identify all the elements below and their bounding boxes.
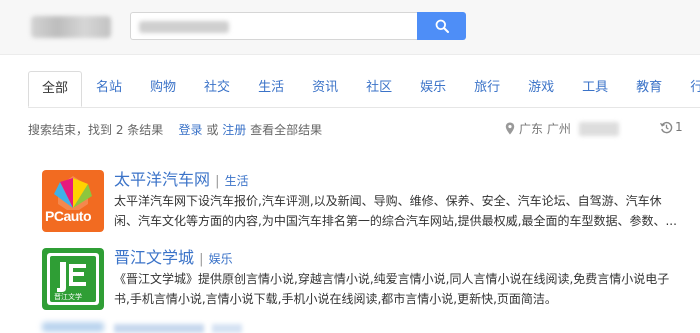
title-separator: |: [199, 252, 204, 267]
category-tabs: 全部 名站 购物 社交 生活 资讯 社区 娱乐 旅行 游戏 工具 教育 行: [28, 71, 700, 108]
tab-famous-sites[interactable]: 名站: [82, 71, 136, 105]
tab-social[interactable]: 社交: [190, 71, 244, 105]
location-pin-icon: [505, 122, 515, 135]
result-description: 《晋江文学城》提供原创言情小说,穿越言情小说,纯爱言情小说,同人言情小说在线阅读…: [114, 272, 670, 306]
login-link[interactable]: 登录: [179, 123, 203, 137]
result-category-link[interactable]: 生活: [225, 174, 249, 188]
top-bar: [0, 0, 700, 55]
tab-education[interactable]: 教育: [622, 71, 676, 105]
result-category-link[interactable]: 娱乐: [209, 252, 233, 266]
result-title-line: 太平洋汽车网 | 生活: [114, 166, 249, 190]
tab-tools[interactable]: 工具: [568, 71, 622, 105]
tab-travel-2[interactable]: 行: [676, 71, 700, 105]
pcauto-logo-icon[interactable]: PCauto: [42, 170, 104, 232]
history[interactable]: 1: [660, 120, 683, 134]
tab-community[interactable]: 社区: [352, 71, 406, 105]
location-text: 广东 广州: [519, 122, 571, 136]
pcauto-logo-text: PCauto: [45, 208, 92, 224]
tab-shopping[interactable]: 购物: [136, 71, 190, 105]
view-all-text: 查看全部结果: [250, 123, 323, 137]
site-logo[interactable]: [31, 16, 111, 38]
search-button[interactable]: [417, 12, 466, 40]
location[interactable]: 广东 广州: [505, 120, 619, 137]
title-separator: |: [215, 174, 220, 189]
tab-travel[interactable]: 旅行: [460, 71, 514, 105]
result-summary: 搜索结束，找到 2 条结果: [28, 123, 164, 137]
location-detail-blurred: [578, 121, 619, 136]
search-input[interactable]: [130, 12, 417, 40]
tab-life[interactable]: 生活: [244, 71, 298, 105]
result-title-link[interactable]: 晋江文学城: [114, 248, 194, 267]
history-icon: [660, 121, 673, 133]
search-icon: [435, 19, 449, 33]
jjwxc-logo-icon[interactable]: 晋江文学: [42, 248, 104, 310]
tab-entertainment[interactable]: 娱乐: [406, 71, 460, 105]
register-link[interactable]: 注册: [222, 123, 246, 137]
result-description: 太平洋汽车网下设汽车报价,汽车评测,以及新闻、导购、维修、保养、安全、汽车论坛、…: [114, 194, 677, 228]
or-text: 或: [206, 123, 219, 137]
history-count: 1: [675, 120, 683, 134]
result-item-partial: [42, 318, 242, 333]
tab-all[interactable]: 全部: [28, 71, 83, 107]
jjwxc-logo-text: 晋江文学: [54, 293, 82, 301]
tab-news[interactable]: 资讯: [298, 71, 352, 105]
search-query-blurred: [139, 21, 229, 33]
tab-games[interactable]: 游戏: [514, 71, 568, 105]
result-title-line: 晋江文学城 | 娱乐: [114, 244, 233, 268]
result-title-link[interactable]: 太平洋汽车网: [114, 170, 210, 189]
result-thumb-blurred: [42, 322, 104, 332]
